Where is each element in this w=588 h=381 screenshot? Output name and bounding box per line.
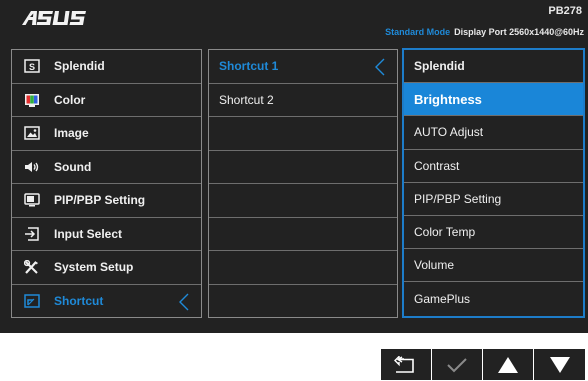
- option-pip-pbp-setting[interactable]: PIP/PBP Setting: [404, 183, 583, 216]
- speaker-icon: [24, 160, 40, 174]
- chevron-left-icon: [179, 293, 189, 310]
- option-label: GamePlus: [414, 291, 471, 306]
- menu-item-pip-pbp[interactable]: PIP/PBP Setting: [12, 184, 201, 218]
- menu-item-color[interactable]: Color: [12, 84, 201, 117]
- image-icon: [24, 126, 40, 140]
- input-select-icon: [24, 227, 40, 241]
- shortcut-options: Splendid Brightness AUTO Adjust Contrast…: [402, 48, 585, 318]
- status-line: Standard Mode Display Port 2560x1440@60Hz: [385, 27, 584, 37]
- menu-item-label: Color: [54, 92, 86, 107]
- menu-item-system-setup[interactable]: System Setup: [12, 251, 201, 285]
- svg-text:S: S: [29, 62, 35, 72]
- wrench-screwdriver-icon: [24, 260, 40, 274]
- shortcut-icon: [24, 294, 40, 308]
- submenu-empty-row: [209, 285, 397, 319]
- submenu-item-shortcut-1[interactable]: Shortcut 1: [209, 50, 397, 84]
- menu-item-label: Sound: [54, 159, 92, 174]
- submenu-empty-row: [209, 251, 397, 285]
- menu-item-label: System Setup: [54, 260, 134, 275]
- submenu-empty-row: [209, 117, 397, 151]
- option-label: PIP/PBP Setting: [414, 191, 502, 206]
- down-arrow-icon: [549, 356, 570, 373]
- mode-label: Standard Mode: [385, 27, 451, 37]
- option-brightness[interactable]: Brightness: [404, 83, 583, 117]
- pip-icon: [24, 193, 40, 207]
- main-menu: S Splendid Color Image Sound PIP/PBP Set…: [11, 49, 202, 318]
- menu-item-splendid[interactable]: S Splendid: [12, 50, 201, 84]
- option-label: AUTO Adjust: [414, 125, 484, 140]
- osd-panel: PB278 Standard Mode Display Port 2560x144…: [0, 0, 588, 333]
- chevron-left-icon: [375, 58, 385, 76]
- submenu-item-label: Shortcut 2: [219, 92, 274, 107]
- menu-item-label: Image: [54, 126, 89, 141]
- menu-item-shortcut[interactable]: Shortcut: [12, 285, 201, 319]
- check-icon: [447, 357, 467, 372]
- model-name: PB278: [548, 5, 582, 17]
- option-auto-adjust[interactable]: AUTO Adjust: [404, 116, 583, 150]
- option-volume[interactable]: Volume: [404, 249, 583, 283]
- submenu-item-label: Shortcut 1: [219, 59, 279, 74]
- option-contrast[interactable]: Contrast: [404, 150, 583, 183]
- menu-item-label: Splendid: [54, 59, 105, 74]
- option-label: Volume: [414, 258, 455, 273]
- up-arrow-icon: [498, 356, 518, 373]
- submenu-empty-row: [209, 218, 397, 251]
- confirm-button[interactable]: [432, 349, 483, 380]
- menu-item-image[interactable]: Image: [12, 117, 201, 151]
- up-button[interactable]: [483, 349, 534, 380]
- option-splendid[interactable]: Splendid: [404, 50, 583, 84]
- option-label: Contrast: [414, 158, 460, 173]
- menu-item-label: Input Select: [54, 226, 123, 241]
- button-bar: [381, 349, 585, 380]
- back-button[interactable]: [381, 349, 432, 380]
- splendid-icon: S: [24, 59, 40, 73]
- option-color-temp[interactable]: Color Temp: [404, 216, 583, 250]
- menu-item-label: PIP/PBP Setting: [54, 193, 146, 208]
- asus-logo: [22, 11, 86, 25]
- option-label: Color Temp: [414, 225, 476, 240]
- option-gameplus[interactable]: GamePlus: [404, 282, 583, 315]
- submenu-item-shortcut-2[interactable]: Shortcut 2: [209, 84, 397, 117]
- menu-item-label: Shortcut: [54, 294, 104, 309]
- submenu-empty-row: [209, 184, 397, 218]
- menu-item-sound[interactable]: Sound: [12, 151, 201, 184]
- color-icon: [24, 93, 40, 107]
- menu-item-input-select[interactable]: Input Select: [12, 218, 201, 251]
- option-label: Splendid: [414, 59, 465, 74]
- submenu-empty-row: [209, 151, 397, 184]
- display-info: Display Port 2560x1440@60Hz: [454, 27, 584, 37]
- option-label: Brightness: [414, 91, 482, 107]
- back-icon: [394, 355, 414, 373]
- down-button[interactable]: [534, 349, 585, 380]
- shortcut-submenu: Shortcut 1 Shortcut 2: [208, 49, 398, 318]
